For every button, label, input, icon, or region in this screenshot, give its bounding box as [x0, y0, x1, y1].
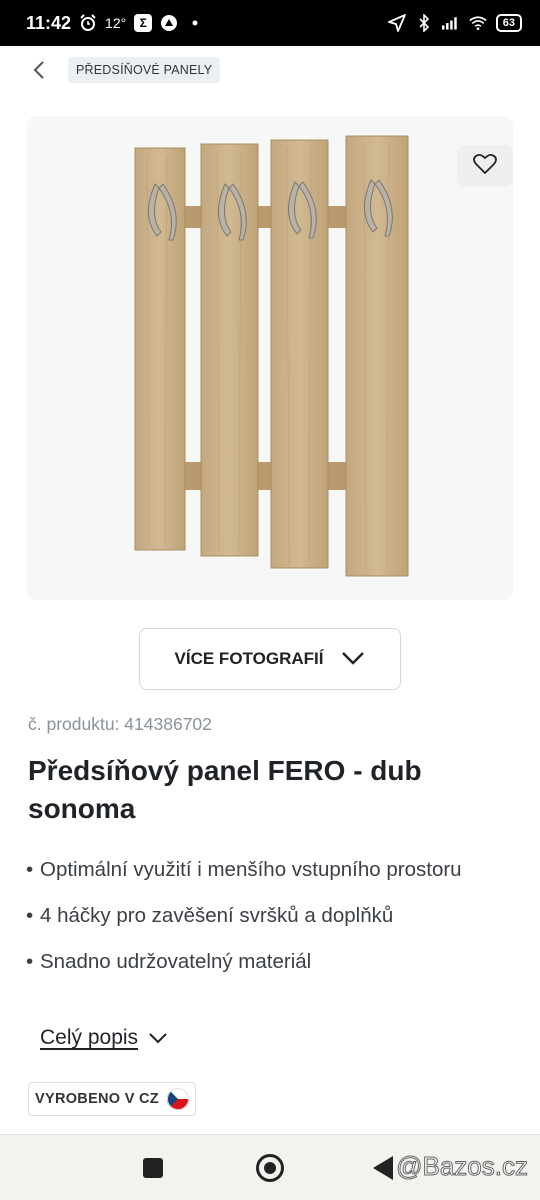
system-nav-bar: @Bazos.cz	[0, 1134, 540, 1200]
signal-icon	[441, 14, 460, 32]
location-icon	[387, 14, 406, 32]
feature-item: Snadno udržovatelný materiál	[26, 944, 498, 979]
breadcrumb-category-chip[interactable]: PŘEDSÍŇOVÉ PANELY	[68, 57, 221, 83]
full-description-label: Celý popis	[40, 1026, 139, 1049]
product-image[interactable]	[27, 116, 513, 600]
sigma-app-icon: Σ	[134, 14, 153, 32]
app-notification-icon	[160, 14, 178, 32]
watermark: @Bazos.cz	[396, 1151, 529, 1182]
chevron-down-icon	[148, 1029, 168, 1048]
feature-item: Optimální využití i menšího vstupního pr…	[26, 852, 498, 887]
feature-list: Optimální využití i menšího vstupního pr…	[26, 852, 498, 990]
home-icon[interactable]	[256, 1154, 284, 1182]
heart-icon	[473, 153, 497, 179]
favorite-button[interactable]	[457, 145, 513, 187]
feature-item: 4 háčky pro zavěšení svršků a doplňků	[26, 898, 498, 933]
product-title: Předsíňový panel FERO - dub sonoma	[28, 755, 422, 824]
status-time: 11:42	[26, 12, 72, 33]
more-notifications-dot-icon	[186, 14, 204, 32]
made-in-badge: VYROBENO V CZ	[28, 1082, 196, 1116]
more-photos-label: VÍCE FOTOGRAFIÍ	[174, 649, 324, 668]
bluetooth-icon	[415, 14, 433, 32]
back-triangle-icon[interactable]	[373, 1156, 393, 1180]
product-code: č. produktu: 414386702	[28, 714, 212, 734]
status-temperature: 12°	[105, 15, 127, 31]
made-in-badge-label: VYROBENO V CZ	[35, 1091, 159, 1107]
back-chevron-icon[interactable]	[28, 56, 50, 84]
battery-indicator: 63	[495, 14, 522, 32]
czech-flag-icon	[166, 1088, 189, 1110]
more-photos-button[interactable]: VÍCE FOTOGRAFIÍ	[139, 628, 401, 690]
chevron-down-icon	[341, 650, 365, 669]
coat-rack-panel-illustration	[134, 135, 409, 577]
status-bar: 11:42 12° Σ 63	[0, 0, 540, 46]
alarm-icon	[79, 14, 97, 32]
full-description-link[interactable]: Celý popis	[40, 1026, 168, 1050]
wifi-icon	[469, 14, 487, 32]
breadcrumb: PŘEDSÍŇOVÉ PANELY	[28, 56, 221, 84]
recent-apps-icon[interactable]	[143, 1158, 163, 1178]
